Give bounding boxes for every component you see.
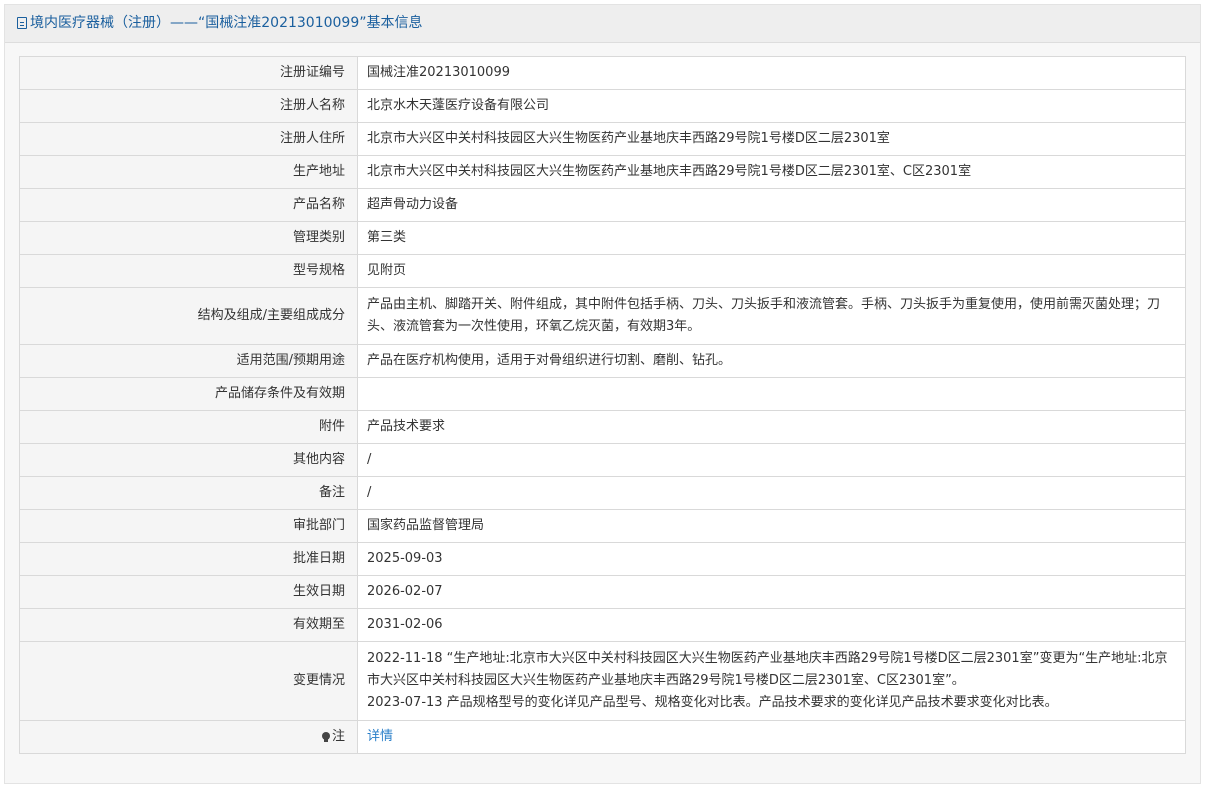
table-row: 适用范围/预期用途 产品在医疗机构使用，适用于对骨组织进行切割、磨削、钻孔。 xyxy=(19,344,1186,378)
table-row: 审批部门 国家药品监督管理局 xyxy=(19,509,1186,543)
row-value: 见附页 xyxy=(357,254,1186,288)
row-label: 注册人名称 xyxy=(19,89,358,123)
page-header: 境内医疗器械（注册）——“国械注准20213010099”基本信息 xyxy=(5,5,1200,43)
row-label: 注册人住所 xyxy=(19,122,358,156)
info-table-wrapper: 注册证编号 国械注准20213010099 注册人名称 北京水木天蓬医疗设备有限… xyxy=(19,56,1186,754)
table-row: 附件 产品技术要求 xyxy=(19,410,1186,444)
row-value: 超声骨动力设备 xyxy=(357,188,1186,222)
info-table: 注册证编号 国械注准20213010099 注册人名称 北京水木天蓬医疗设备有限… xyxy=(19,56,1186,754)
detail-link[interactable]: 详情 xyxy=(367,729,393,744)
row-label: 结构及组成/主要组成成分 xyxy=(19,287,358,345)
page-container: 境内医疗器械（注册）——“国械注准20213010099”基本信息 注册证编号 … xyxy=(4,4,1201,784)
row-value: 北京市大兴区中关村科技园区大兴生物医药产业基地庆丰西路29号院1号楼D区二层23… xyxy=(357,155,1186,189)
change-history-label: 变更情况 xyxy=(19,641,358,721)
row-value: 2025-09-03 xyxy=(357,542,1186,576)
table-row: 批准日期 2025-09-03 xyxy=(19,542,1186,576)
row-label: 注册证编号 xyxy=(19,56,358,90)
document-icon xyxy=(17,17,27,29)
row-value xyxy=(357,377,1186,411)
row-label: 生效日期 xyxy=(19,575,358,609)
table-row: 产品名称 超声骨动力设备 xyxy=(19,188,1186,222)
row-label: 型号规格 xyxy=(19,254,358,288)
row-label: 适用范围/预期用途 xyxy=(19,344,358,378)
row-value: 国家药品监督管理局 xyxy=(357,509,1186,543)
note-value-cell: 详情 xyxy=(357,720,1186,754)
row-label: 其他内容 xyxy=(19,443,358,477)
table-row: 注册证编号 国械注准20213010099 xyxy=(19,56,1186,90)
table-row: 产品储存条件及有效期 xyxy=(19,377,1186,411)
row-value: 2026-02-07 xyxy=(357,575,1186,609)
row-label: 产品名称 xyxy=(19,188,358,222)
row-value: 第三类 xyxy=(357,221,1186,255)
row-label: 生产地址 xyxy=(19,155,358,189)
note-label-cell: 注 xyxy=(19,720,358,754)
row-label: 批准日期 xyxy=(19,542,358,576)
row-label: 有效期至 xyxy=(19,608,358,642)
table-row: 结构及组成/主要组成成分 产品由主机、脚踏开关、附件组成，其中附件包括手柄、刀头… xyxy=(19,287,1186,345)
row-value: 2031-02-06 xyxy=(357,608,1186,642)
row-value: 北京市大兴区中关村科技园区大兴生物医药产业基地庆丰西路29号院1号楼D区二层23… xyxy=(357,122,1186,156)
note-label: 注 xyxy=(331,729,345,744)
change-history-row: 变更情况 2022-11-18 “生产地址:北京市大兴区中关村科技园区大兴生物医… xyxy=(19,641,1186,721)
row-value: 国械注准20213010099 xyxy=(357,56,1186,90)
table-row: 管理类别 第三类 xyxy=(19,221,1186,255)
row-value: 北京水木天蓬医疗设备有限公司 xyxy=(357,89,1186,123)
row-label: 产品储存条件及有效期 xyxy=(19,377,358,411)
row-value: 产品技术要求 xyxy=(357,410,1186,444)
table-row: 有效期至 2031-02-06 xyxy=(19,608,1186,642)
table-row: 备注 / xyxy=(19,476,1186,510)
table-row: 注册人住所 北京市大兴区中关村科技园区大兴生物医药产业基地庆丰西路29号院1号楼… xyxy=(19,122,1186,156)
row-value: 产品在医疗机构使用，适用于对骨组织进行切割、磨削、钻孔。 xyxy=(357,344,1186,378)
row-label: 审批部门 xyxy=(19,509,358,543)
change-entry-1: 2022-11-18 “生产地址:北京市大兴区中关村科技园区大兴生物医药产业基地… xyxy=(367,651,1168,688)
row-label: 附件 xyxy=(19,410,358,444)
row-label: 备注 xyxy=(19,476,358,510)
change-history-value: 2022-11-18 “生产地址:北京市大兴区中关村科技园区大兴生物医药产业基地… xyxy=(357,641,1186,721)
row-label: 管理类别 xyxy=(19,221,358,255)
bulb-icon xyxy=(321,732,330,742)
row-value: / xyxy=(357,476,1186,510)
note-row: 注 详情 xyxy=(19,720,1186,754)
row-value: 产品由主机、脚踏开关、附件组成，其中附件包括手柄、刀头、刀头扳手和液流管套。手柄… xyxy=(357,287,1186,345)
table-row: 生效日期 2026-02-07 xyxy=(19,575,1186,609)
change-entry-2: 2023-07-13 产品规格型号的变化详见产品型号、规格变化对比表。产品技术要… xyxy=(367,695,1058,710)
table-row: 生产地址 北京市大兴区中关村科技园区大兴生物医药产业基地庆丰西路29号院1号楼D… xyxy=(19,155,1186,189)
table-row: 其他内容 / xyxy=(19,443,1186,477)
table-row: 注册人名称 北京水木天蓬医疗设备有限公司 xyxy=(19,89,1186,123)
row-value: / xyxy=(357,443,1186,477)
page-title: 境内医疗器械（注册）——“国械注准20213010099”基本信息 xyxy=(30,15,423,31)
table-row: 型号规格 见附页 xyxy=(19,254,1186,288)
